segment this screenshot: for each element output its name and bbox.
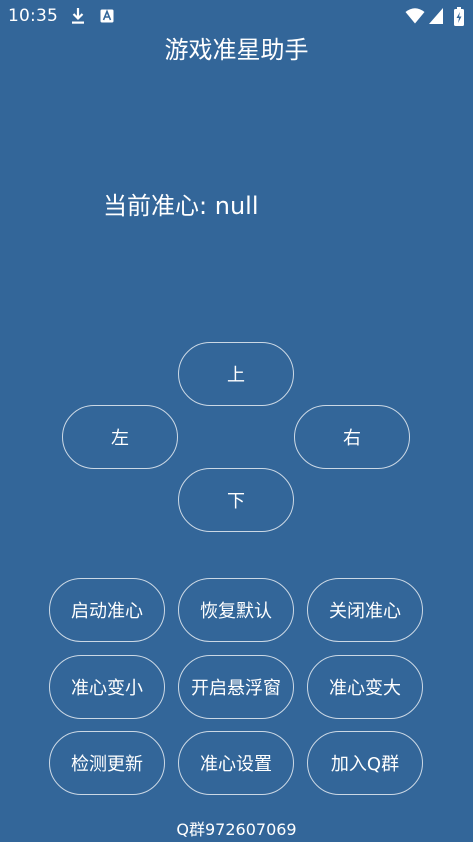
right-button[interactable]: 右 (294, 405, 410, 469)
restore-default-button[interactable]: 恢复默认 (178, 578, 294, 642)
join-qq-group-button[interactable]: 加入Q群 (307, 731, 423, 795)
battery-icon (453, 7, 465, 26)
status-time: 10:35 (8, 6, 58, 26)
current-crosshair: 当前准心: null (103, 189, 259, 223)
text-a-icon (100, 7, 114, 25)
signal-icon (428, 7, 444, 25)
crosshair-settings-button[interactable]: 准心设置 (178, 731, 294, 795)
crosshair-value: null (214, 192, 259, 220)
down-button[interactable]: 下 (178, 468, 294, 532)
download-icon (70, 7, 86, 25)
enable-crosshair-button[interactable]: 启动准心 (49, 578, 165, 642)
open-floating-window-button[interactable]: 开启悬浮窗 (178, 655, 294, 719)
crosshair-larger-button[interactable]: 准心变大 (307, 655, 423, 719)
disable-crosshair-button[interactable]: 关闭准心 (307, 578, 423, 642)
status-bar: 10:35 (0, 0, 473, 32)
wifi-icon (405, 7, 425, 25)
up-button[interactable]: 上 (178, 342, 294, 406)
left-button[interactable]: 左 (62, 405, 178, 469)
check-update-button[interactable]: 检测更新 (49, 731, 165, 795)
crosshair-smaller-button[interactable]: 准心变小 (49, 655, 165, 719)
crosshair-label: 当前准心: (103, 192, 208, 220)
app-title: 游戏准星助手 (164, 36, 309, 64)
qq-group-number: Q群972607069 (176, 820, 297, 839)
